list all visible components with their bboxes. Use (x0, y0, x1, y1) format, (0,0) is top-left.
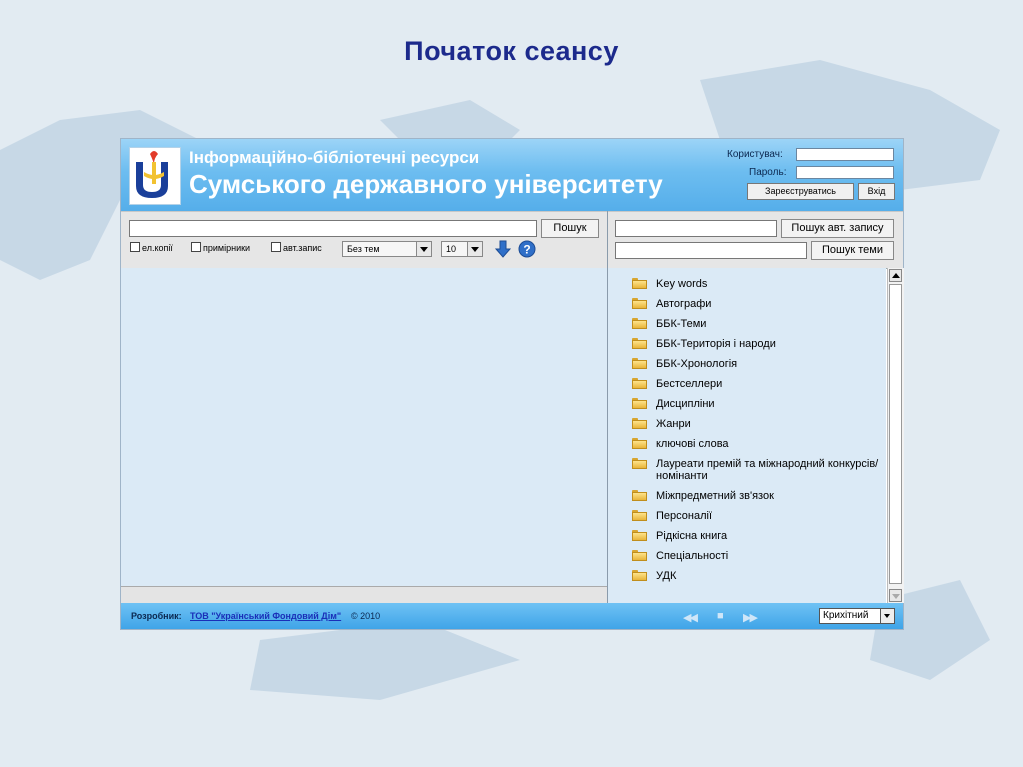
tree-item-label: ББК-Хронологія (656, 358, 738, 370)
tree-item[interactable]: Лауреати премій та міжнародний конкурсів… (632, 458, 882, 482)
folder-icon (632, 458, 647, 469)
tree-item-label: Жанри (656, 418, 691, 430)
tree-item[interactable]: Жанри (632, 418, 882, 430)
slide-title: Початок сеансу (404, 36, 619, 66)
register-button[interactable]: Зареєструватись (747, 183, 854, 200)
tree-item[interactable]: ключові слова (632, 438, 882, 450)
author-record-checkbox[interactable] (271, 242, 281, 252)
ecopies-label: ел.копії (142, 243, 173, 253)
help-icon[interactable]: ? (518, 240, 536, 258)
folder-icon (632, 490, 647, 501)
theme-select-value: Без тем (347, 244, 380, 254)
app-header: Інформаційно-бібліотечні ресурси Сумсько… (121, 139, 903, 211)
folder-icon (632, 378, 647, 389)
folder-icon (632, 418, 647, 429)
folder-icon (632, 318, 647, 329)
folder-icon (632, 338, 647, 349)
scroll-down-arrow-icon[interactable] (889, 589, 902, 602)
tree-item-label: Бестселлери (656, 378, 723, 390)
scroll-up-arrow-icon[interactable] (889, 269, 902, 282)
copies-label: примірники (203, 243, 251, 253)
tree-item-label: Дисципліни (656, 398, 715, 410)
chevron-down-icon (416, 242, 431, 256)
tree-item[interactable]: ББК-Теми (632, 318, 882, 330)
user-field[interactable] (796, 148, 894, 161)
theme-search-button[interactable]: Пошук теми (811, 241, 894, 260)
author-search-button[interactable]: Пошук авт. запису (781, 219, 894, 238)
author-search-input[interactable] (615, 220, 777, 237)
tree-vertical-scrollbar[interactable] (887, 268, 904, 603)
results-horizontal-scrollbar[interactable] (121, 586, 607, 604)
folder-icon (632, 510, 647, 521)
skin-select-value: Крихітний (823, 610, 869, 621)
rewind-icon[interactable]: ◀◀ (683, 611, 698, 624)
results-count-select[interactable]: 10 (441, 241, 483, 257)
chevron-down-icon (467, 242, 482, 256)
tree-item-label: Міжпредметний зв'язок (656, 490, 774, 502)
svg-text:?: ? (523, 243, 530, 257)
folder-icon (632, 530, 647, 541)
fast-forward-icon[interactable]: ▶▶ (743, 611, 758, 624)
tree-item[interactable]: УДК (632, 570, 882, 582)
library-app-window: Інформаційно-бібліотечні ресурси Сумсько… (120, 138, 904, 630)
tree-item[interactable]: Міжпредметний зв'язок (632, 490, 882, 502)
folder-icon (632, 398, 647, 409)
tree-item-label: Key words (656, 278, 708, 290)
tree-item-label: Лауреати премій та міжнародний конкурсів… (656, 458, 879, 482)
password-field[interactable] (796, 166, 894, 179)
tree-item[interactable]: Спеціальності (632, 550, 882, 562)
app-footer: Розробник: ТОВ "Український Фондовий Дім… (121, 603, 903, 629)
tree-item[interactable]: Рідкісна книга (632, 530, 882, 542)
developer-label: Розробник: (131, 611, 182, 621)
tree-item-label: Спеціальності (656, 550, 729, 562)
folder-icon (632, 570, 647, 581)
search-input[interactable] (129, 220, 537, 237)
tree-item-label: ББК-Теми (656, 318, 707, 330)
university-logo (129, 147, 181, 205)
theme-select[interactable]: Без тем (342, 241, 432, 257)
folder-icon (632, 438, 647, 449)
developer-link[interactable]: ТОВ "Український Фондовий Дім" (190, 611, 341, 621)
folder-icon (632, 298, 647, 309)
tree-item[interactable]: Персоналії (632, 510, 882, 522)
tree-item-label: Автографи (656, 298, 712, 310)
stop-icon[interactable]: ■ (717, 610, 724, 622)
skin-select[interactable]: Крихітний (819, 608, 895, 624)
header-title: Сумського державного університету (189, 169, 663, 199)
tree-item-label: УДК (656, 570, 677, 582)
tree-item-label: ключові слова (656, 438, 729, 450)
tree-item[interactable]: ББК-Хронологія (632, 358, 882, 370)
search-button[interactable]: Пошук (541, 219, 599, 238)
password-label: Пароль: (749, 167, 787, 178)
tree-item-label: Персоналії (656, 510, 712, 522)
tree-item-label: Рідкісна книга (656, 530, 728, 542)
user-label: Користувач: (727, 149, 783, 160)
copies-checkbox[interactable] (191, 242, 201, 252)
folder-icon (632, 278, 647, 289)
folder-icon (632, 358, 647, 369)
results-pane (121, 268, 607, 586)
chevron-down-icon (880, 609, 894, 623)
copyright-text: © 2010 (351, 611, 381, 621)
ecopies-checkbox[interactable] (130, 242, 140, 252)
tree-item[interactable]: ББК-Територія і народи (632, 338, 882, 350)
tree-item[interactable]: Дисципліни (632, 398, 882, 410)
scroll-thumb[interactable] (889, 284, 902, 584)
header-subtitle: Інформаційно-бібліотечні ресурси (189, 148, 480, 167)
folder-icon (632, 550, 647, 561)
tree-item-label: ББК-Територія і народи (656, 338, 776, 350)
theme-search-input[interactable] (615, 242, 807, 259)
tree-item[interactable]: Автографи (632, 298, 882, 310)
search-toolbar: Пошук Пошук авт. запису Пошук теми (121, 211, 903, 269)
results-count-value: 10 (446, 244, 457, 254)
arrow-down-icon[interactable] (494, 240, 512, 258)
login-button[interactable]: Вхід (858, 183, 895, 200)
tree-item[interactable]: Бестселлери (632, 378, 882, 390)
catalog-tree-pane: Key words Автографи ББК-Теми ББК-Територ… (608, 268, 886, 603)
tree-item[interactable]: Key words (632, 278, 882, 290)
author-record-label: авт.запис (283, 243, 322, 253)
catalog-tree: Key words Автографи ББК-Теми ББК-Територ… (632, 278, 882, 590)
